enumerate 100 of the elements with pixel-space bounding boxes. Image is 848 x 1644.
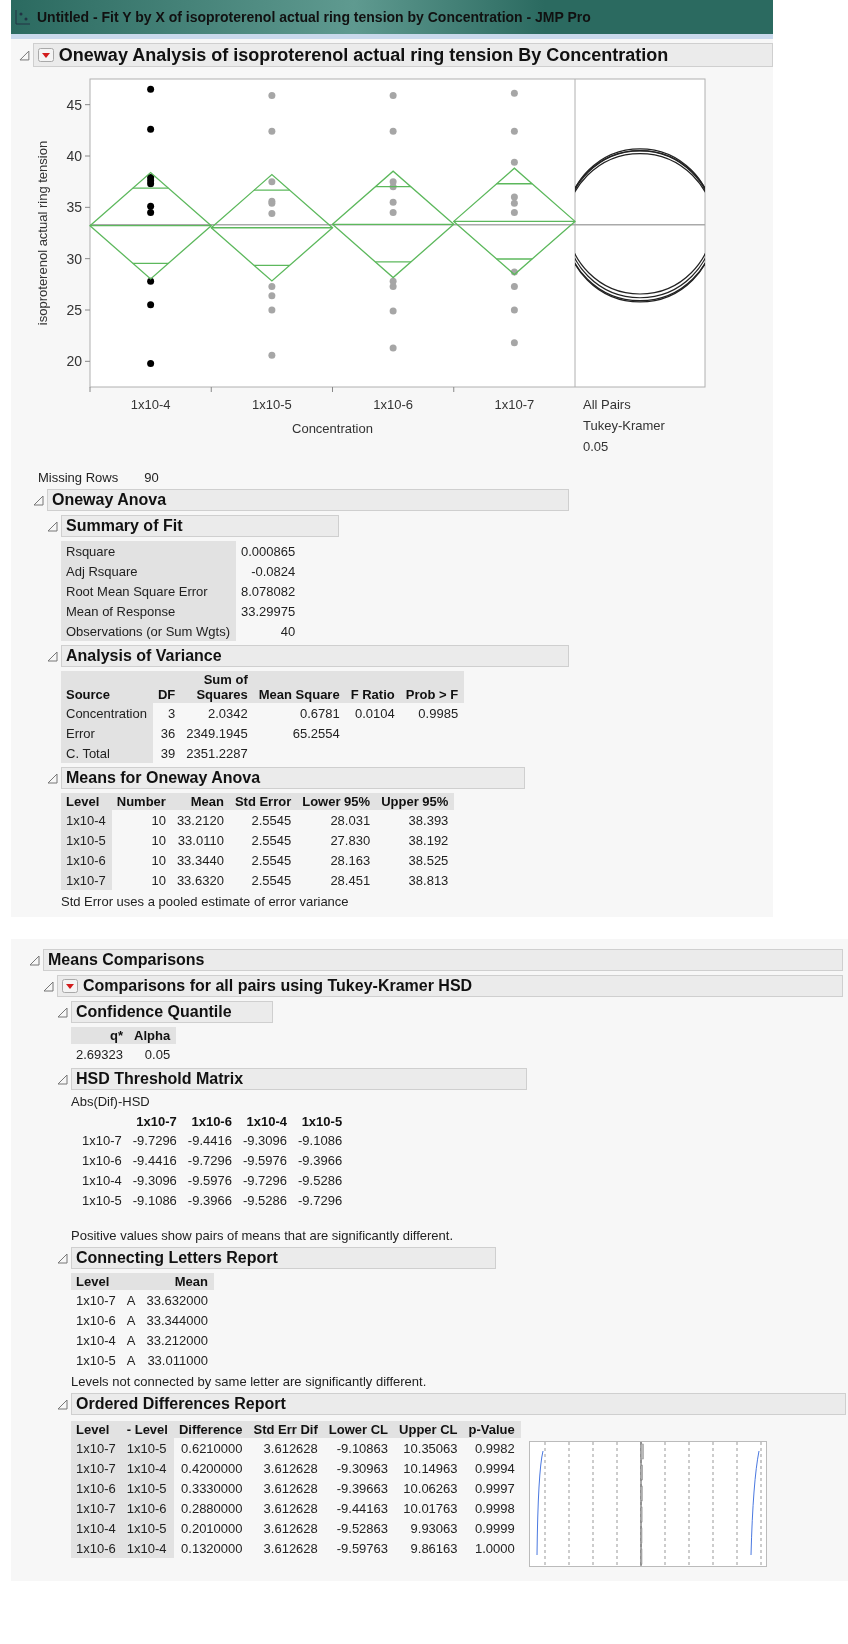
collapse-triangle-icon[interactable] — [57, 1252, 68, 1264]
column-header: Source — [61, 671, 153, 703]
table-cell-text: 33.344000 — [145, 1312, 209, 1330]
row-label: 1x10-7 — [61, 870, 112, 890]
y-tick-label: 25 — [66, 302, 82, 318]
collapse-triangle-icon[interactable] — [33, 494, 44, 506]
section-header[interactable]: Means Comparisons — [43, 949, 843, 971]
row-label: 1x10-6 — [71, 1478, 122, 1498]
table-cell-text: -9.59763 — [335, 1540, 390, 1558]
table-cell-text: 3.612628 — [262, 1460, 319, 1478]
column-header: Sum of Squares — [181, 671, 254, 703]
section-header[interactable]: Ordered Differences Report — [71, 1393, 846, 1415]
table-cell-text: 33.6320 — [175, 872, 225, 890]
table-cell: 40 — [236, 621, 302, 641]
table-cell-text: 28.451 — [329, 872, 372, 890]
table-cell: 10 — [111, 870, 172, 890]
app-icon — [15, 9, 31, 25]
table-cell-text: -9.4416 — [186, 1132, 233, 1150]
table-cell: 0.2010000 — [173, 1518, 249, 1538]
column-header: 1x10-6 — [190, 1113, 233, 1130]
row-label: Rsquare — [61, 541, 236, 561]
menu-dropdown-icon[interactable] — [37, 48, 54, 62]
y-tick-label: 35 — [66, 199, 82, 216]
column-header: - Level — [121, 1421, 174, 1438]
section-header[interactable]: Analysis of Variance — [61, 645, 569, 667]
row-label: Observations (or Sum Wgts) — [61, 621, 236, 641]
column-header: Std Err Dif — [248, 1421, 324, 1438]
difference-bar — [640, 1443, 644, 1460]
collapse-triangle-icon[interactable] — [43, 980, 54, 992]
table-cell: 10 — [111, 850, 172, 870]
table-cell-text: -9.7296 — [241, 1172, 289, 1190]
table-cell: 0.6210000 — [173, 1438, 249, 1458]
table-cell-text: 2.5545 — [250, 832, 293, 850]
column-header: Level — [71, 1273, 122, 1290]
row-label: 1x10-4 — [81, 1172, 123, 1190]
table-cell: 0.05 — [129, 1044, 177, 1064]
row-label: 1x10-6 — [61, 850, 112, 870]
collapse-triangle-icon[interactable] — [47, 520, 58, 532]
table-cell-text: -9.5286 — [241, 1192, 289, 1210]
row-label: 1x10-6 — [121, 1498, 174, 1518]
section-header[interactable]: Oneway Anova — [47, 489, 569, 511]
column-header: Lower CL — [323, 1421, 395, 1438]
table-cell: -0.0824 — [236, 561, 302, 581]
column-header: Upper 95% — [376, 793, 455, 810]
row-label: Root Mean Square Error — [61, 581, 236, 601]
section-header[interactable]: Connecting Letters Report — [71, 1247, 496, 1269]
difference-bar — [640, 1527, 643, 1544]
collapse-triangle-icon[interactable] — [19, 49, 30, 61]
row-label: Error — [61, 723, 153, 743]
table-cell: 36 — [152, 723, 182, 743]
x-tick-label: 1x10-7 — [494, 397, 535, 412]
section-header[interactable]: Means for Oneway Anova — [61, 767, 525, 789]
row-label: 1x10-5 — [121, 1478, 174, 1498]
table-cell-text: 10.14963 — [402, 1460, 459, 1478]
axis-title: isoproterenol actual ring tension — [35, 140, 50, 326]
collapse-triangle-icon[interactable] — [29, 954, 40, 966]
table-cell: 3 — [152, 703, 182, 723]
column-header: p-Value — [463, 1421, 521, 1438]
collapse-triangle-icon[interactable] — [57, 1398, 68, 1410]
x-tick-label: 1x10-4 — [130, 397, 171, 412]
comparison-label: 0.05 — [583, 439, 609, 454]
row-label: A — [125, 1312, 137, 1330]
table-cell: 2.0342 — [181, 703, 254, 723]
y-tick-label: 20 — [66, 353, 82, 370]
column-header: Level — [71, 1421, 122, 1438]
row-label: 1x10-5 — [121, 1438, 174, 1458]
column-header: Lower 95% — [297, 793, 377, 810]
column-header: Number — [111, 793, 172, 810]
column-header: Alpha — [129, 1027, 177, 1044]
row-label: A — [125, 1332, 137, 1350]
table-cell-text: 33.011000 — [146, 1352, 209, 1370]
row-label: 1x10-5 — [61, 830, 112, 850]
row-label: A — [125, 1352, 137, 1370]
table-cell-text: 2.5545 — [250, 852, 293, 870]
row-label: C. Total — [61, 743, 153, 763]
section-header[interactable]: Oneway Analysis of isoproterenol actual ring tension By Concentration — [32, 43, 773, 67]
menu-dropdown-icon[interactable] — [62, 979, 78, 993]
table-cell-text: 0.9994 — [474, 1460, 516, 1478]
table-cell: -9.10863 — [323, 1438, 395, 1458]
collapse-triangle-icon[interactable] — [47, 650, 58, 662]
row-label: Concentration — [61, 703, 153, 723]
column-header: Difference — [173, 1421, 249, 1438]
section-header[interactable]: Comparisons for all pairs using Tukey-Kramer HSD — [57, 975, 843, 997]
difference-bar — [640, 1464, 643, 1481]
difference-bar — [640, 1485, 643, 1502]
section-header[interactable]: HSD Threshold Matrix — [71, 1068, 527, 1090]
collapse-triangle-icon[interactable] — [47, 772, 58, 784]
row-label: 1x10-7 — [71, 1458, 122, 1478]
difference-bar — [640, 1548, 643, 1565]
table-cell-text: 2.5545 — [250, 872, 293, 890]
table-cell-text: -9.4416 — [131, 1152, 178, 1170]
collapse-triangle-icon[interactable] — [57, 1006, 68, 1018]
row-label: Adj Rsquare — [61, 561, 236, 581]
table-cell-text: -9.5976 — [241, 1152, 289, 1170]
section-header[interactable]: Summary of Fit — [61, 515, 339, 537]
column-header: 1x10-7 — [135, 1113, 178, 1130]
table-cell-text: 2349.1945 — [185, 725, 249, 743]
table-cell: 2.5545 — [229, 810, 298, 830]
collapse-triangle-icon[interactable] — [57, 1073, 68, 1085]
section-header[interactable]: Confidence Quantile — [71, 1001, 273, 1023]
